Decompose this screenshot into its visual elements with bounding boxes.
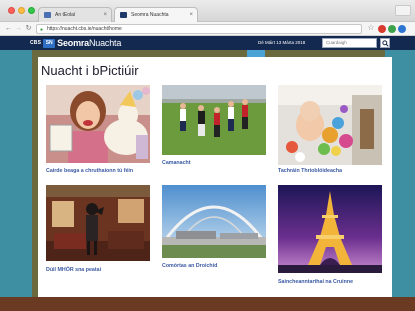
page-title: Nuacht i bPictiúir [41, 63, 139, 78]
tile-caption[interactable]: Cairde beaga a chruthaíonn tú féin [46, 168, 133, 174]
minimize-window-button[interactable] [18, 7, 25, 14]
logo-mark: SN [43, 38, 56, 48]
search-button[interactable] [380, 38, 390, 48]
tab-label: An tEolaí [55, 12, 76, 18]
gallery-photo[interactable] [162, 185, 266, 258]
favicon-icon [120, 12, 127, 18]
logo-wordmark: SeomraNuachta [57, 38, 121, 48]
browser-tab-bar: An tEolaí × Seomra Nuachta × [0, 0, 415, 22]
profile-button[interactable] [395, 5, 411, 16]
extension-icon[interactable] [388, 25, 396, 33]
close-tab-icon[interactable]: × [103, 8, 107, 22]
gallery-photo[interactable] [46, 85, 150, 163]
logo-bold: Seomra [57, 38, 89, 48]
favicon-icon [44, 12, 51, 18]
search-icon [382, 40, 389, 47]
extension-icon[interactable] [398, 25, 406, 33]
site-logo[interactable]: CBS SN SeomraNuachta [30, 38, 121, 48]
forward-arrow-icon[interactable]: → [14, 24, 23, 33]
tile-caption[interactable]: Tachráin Thrioblóideacha [278, 168, 342, 174]
bookmark-star-icon[interactable]: ☆ [367, 24, 375, 32]
zoom-window-button[interactable] [28, 7, 35, 14]
logo-cbs-text: CBS [30, 40, 42, 46]
browser-tab[interactable]: An tEolaí × [38, 7, 112, 22]
tile-caption[interactable]: Dúil MHÓR sna peataí [46, 267, 101, 273]
browser-tab-active[interactable]: Seomra Nuachta × [114, 7, 198, 22]
extension-icon[interactable] [378, 25, 386, 33]
reload-icon[interactable]: ↻ [24, 24, 33, 33]
tile-caption[interactable]: Camanacht [162, 160, 191, 166]
lock-icon: ● [40, 27, 44, 33]
tile-caption[interactable]: Comórtas an Droichid [162, 263, 217, 269]
gallery-photo[interactable] [278, 85, 382, 165]
header-date: Dé Máirt 13 Márta 2018 [258, 40, 306, 45]
gallery-photo[interactable] [278, 185, 382, 273]
search-input[interactable]: Cuardaigh [322, 38, 377, 48]
background-stripe [0, 50, 32, 297]
address-url: https://nuacht.cbs.ie/nuacht/home [47, 26, 122, 32]
gallery-photo[interactable] [162, 85, 266, 155]
back-arrow-icon[interactable]: ← [4, 24, 13, 33]
gallery-photo[interactable] [46, 185, 150, 261]
address-bar[interactable]: ● https://nuacht.cbs.ie/nuacht/home [36, 24, 362, 34]
browser-toolbar: ← → ↻ ● https://nuacht.cbs.ie/nuacht/hom… [0, 22, 415, 36]
close-window-button[interactable] [8, 7, 15, 14]
tab-label: Seomra Nuachta [131, 12, 169, 18]
close-tab-icon[interactable]: × [189, 8, 193, 22]
background-floor [0, 297, 415, 311]
tile-caption[interactable]: Saincheanntarthaí na Cruinne [278, 279, 353, 285]
site-header: CBS SN SeomraNuachta Dé Máirt 13 Márta 2… [0, 36, 415, 50]
logo-light: Nuachta [89, 38, 122, 48]
